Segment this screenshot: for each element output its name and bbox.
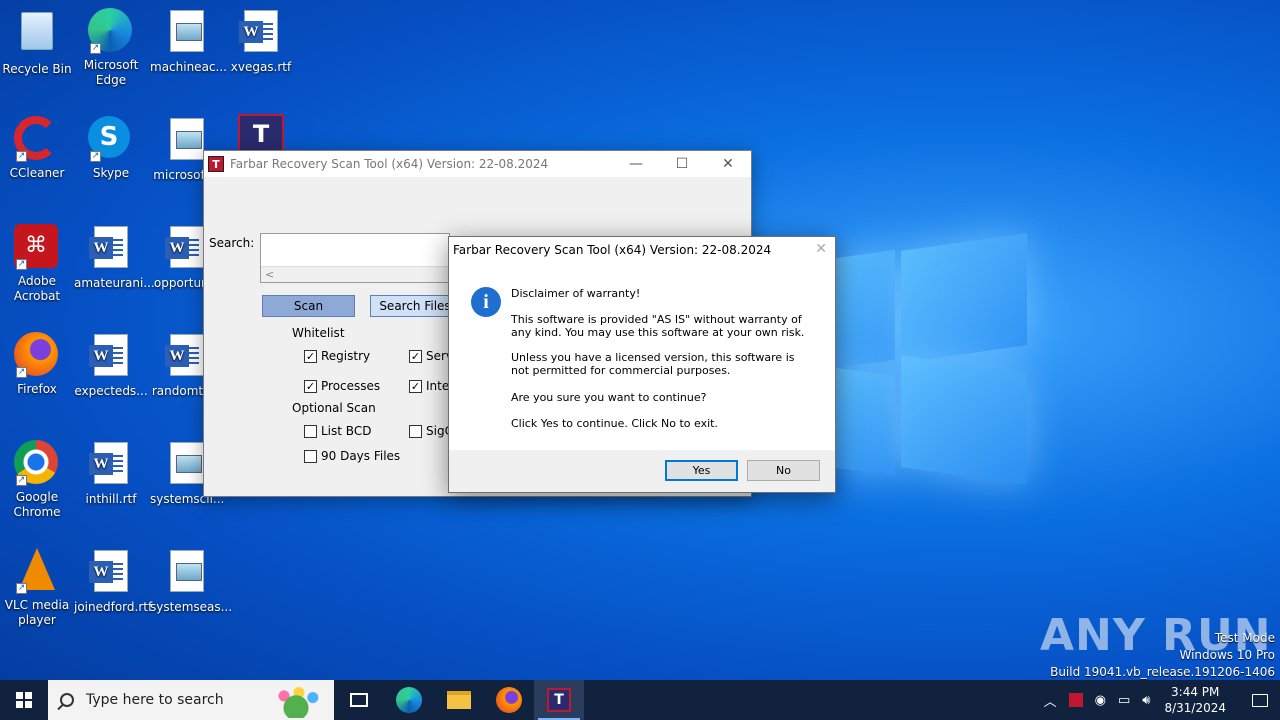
- image-file-icon: [170, 550, 204, 592]
- firefox-icon: ↗: [14, 332, 60, 378]
- word-doc-icon: [89, 550, 128, 592]
- check-icon: ✓: [409, 349, 422, 363]
- taskbar-firefox[interactable]: [484, 680, 534, 720]
- window-title: Farbar Recovery Scan Tool (x64) Version:…: [230, 157, 549, 171]
- checkbox-registry[interactable]: ✓ Registry: [304, 349, 370, 363]
- search-input[interactable]: <: [260, 233, 450, 283]
- info-icon: i: [471, 287, 501, 317]
- network-icon[interactable]: ▭: [1118, 693, 1130, 708]
- check-icon: ✓: [304, 379, 317, 393]
- dialog-question: Are you sure you want to continue?: [511, 391, 707, 404]
- webcam-icon[interactable]: ◉: [1095, 693, 1106, 708]
- ccleaner-icon: ↗: [14, 116, 60, 162]
- dialog-title: Farbar Recovery Scan Tool (x64) Version:…: [453, 243, 772, 257]
- frst-app-icon: T: [208, 156, 224, 172]
- checkbox-90-days-files[interactable]: 90 Days Files: [304, 449, 400, 463]
- start-button[interactable]: [0, 680, 48, 720]
- clock-date: 8/31/2024: [1164, 701, 1226, 715]
- search-label: Search:: [209, 236, 255, 250]
- desktop-icon-file[interactable]: expecteds...: [74, 332, 148, 399]
- image-file-icon: [170, 442, 204, 484]
- dialog-title-bar[interactable]: Farbar Recovery Scan Tool (x64) Version:…: [449, 237, 835, 263]
- disclaimer-dialog: Farbar Recovery Scan Tool (x64) Version:…: [448, 236, 836, 493]
- whitelist-group-label: Whitelist: [292, 326, 345, 340]
- recycle-bin-icon: [14, 12, 60, 58]
- word-doc-icon: [89, 226, 128, 268]
- horizontal-scrollbar[interactable]: <: [261, 266, 449, 282]
- skype-icon: S ↗: [88, 116, 134, 162]
- close-button[interactable]: ✕: [705, 151, 751, 177]
- folder-icon: [447, 691, 471, 709]
- search-icon: [60, 693, 74, 707]
- taskbar-file-explorer[interactable]: [434, 680, 484, 720]
- minimize-button[interactable]: —: [613, 151, 659, 177]
- clock-time: 3:44 PM: [1171, 685, 1220, 699]
- notification-button[interactable]: [1240, 680, 1280, 720]
- check-icon: ✓: [304, 349, 317, 363]
- image-file-icon: [170, 118, 204, 160]
- notification-icon: [1252, 693, 1268, 707]
- image-file-icon: [170, 10, 204, 52]
- check-icon: ✓: [409, 379, 422, 393]
- taskbar-frst[interactable]: T: [534, 680, 584, 720]
- dialog-paragraph: This software is provided "AS IS" withou…: [511, 313, 805, 339]
- dialog-instruction: Click Yes to continue. Click No to exit.: [511, 417, 718, 430]
- desktop-icon-recycle-bin[interactable]: Recycle Bin: [0, 8, 74, 77]
- title-bar[interactable]: T Farbar Recovery Scan Tool (x64) Versio…: [204, 151, 751, 177]
- acrobat-icon: ⌘ ↗: [14, 224, 60, 270]
- search-highlight-icon: [266, 684, 326, 718]
- word-doc-icon: [239, 10, 278, 52]
- dialog-footer: Yes No: [449, 450, 835, 492]
- word-doc-icon: [89, 442, 128, 484]
- yes-button[interactable]: Yes: [665, 460, 738, 481]
- checkbox-list-bcd[interactable]: List BCD: [304, 424, 371, 438]
- volume-icon[interactable]: 🔊︎: [1142, 693, 1150, 708]
- desktop-icon-file[interactable]: joinedford.rtf: [74, 548, 152, 615]
- task-view-button[interactable]: [334, 680, 384, 720]
- optional-scan-group-label: Optional Scan: [292, 401, 376, 415]
- vlc-icon: ↗: [14, 548, 60, 594]
- desktop-icon-vlc[interactable]: ↗ VLC media player: [0, 548, 74, 628]
- frst-app-icon: T: [547, 688, 571, 712]
- maximize-button[interactable]: ☐: [659, 151, 705, 177]
- chrome-icon: ↗: [14, 440, 60, 486]
- desktop-icon-ccleaner[interactable]: ↗ CCleaner: [0, 116, 74, 181]
- taskbar: Type here to search T ︿ ◉ ▭ 🔊︎ 3:44 PM 8…: [0, 680, 1280, 720]
- windows-start-icon: [16, 692, 32, 708]
- desktop-icon-firefox[interactable]: ↗ Firefox: [0, 332, 74, 397]
- system-tray: ︿ ◉ ▭ 🔊︎ 3:44 PM 8/31/2024: [1038, 680, 1280, 720]
- desktop-icon-file[interactable]: systemseas...: [150, 548, 232, 615]
- clock[interactable]: 3:44 PM 8/31/2024: [1164, 684, 1226, 716]
- desktop-icon-adobe-acrobat[interactable]: ⌘ ↗ Adobe Acrobat: [0, 224, 74, 304]
- desktop-icon-chrome[interactable]: ↗ Google Chrome: [0, 440, 74, 520]
- word-doc-icon: [89, 334, 128, 376]
- taskbar-search-box[interactable]: Type here to search: [48, 680, 334, 720]
- scan-button[interactable]: Scan: [262, 295, 355, 317]
- windows-logo-wallpaper: [835, 233, 1030, 485]
- checkbox-processes[interactable]: ✓ Processes: [304, 379, 380, 393]
- edge-icon: [396, 687, 422, 713]
- chevron-up-icon[interactable]: ︿: [1044, 691, 1057, 710]
- word-doc-icon: [165, 334, 204, 376]
- taskbar-edge[interactable]: [384, 680, 434, 720]
- dialog-paragraph: Unless you have a licensed version, this…: [511, 351, 795, 377]
- word-doc-icon: [165, 226, 204, 268]
- desktop-icon-edge[interactable]: ↗ Microsoft Edge: [74, 8, 148, 88]
- desktop-icon-file[interactable]: inthill.rtf: [74, 440, 148, 507]
- edge-icon: ↗: [88, 8, 134, 54]
- task-view-icon: [350, 693, 368, 707]
- firefox-icon: [496, 687, 522, 713]
- search-files-button[interactable]: Search Files: [370, 295, 460, 317]
- desktop-icon-file[interactable]: amateurani...: [74, 224, 155, 291]
- no-button[interactable]: No: [747, 460, 820, 481]
- desktop-icon-file[interactable]: machineac...: [150, 8, 227, 75]
- dialog-heading: Disclaimer of warranty!: [511, 287, 641, 300]
- frst-tray-icon[interactable]: [1068, 693, 1083, 707]
- close-icon[interactable]: ✕: [815, 241, 827, 257]
- scroll-left-arrow[interactable]: <: [265, 268, 274, 281]
- test-mode-text: Test Mode Windows 10 Pro Build 19041.vb_…: [1050, 631, 1275, 679]
- desktop-icon-skype[interactable]: S ↗ Skype: [74, 116, 148, 181]
- search-placeholder: Type here to search: [86, 692, 224, 708]
- desktop-icon-file[interactable]: xvegas.rtf: [224, 8, 298, 75]
